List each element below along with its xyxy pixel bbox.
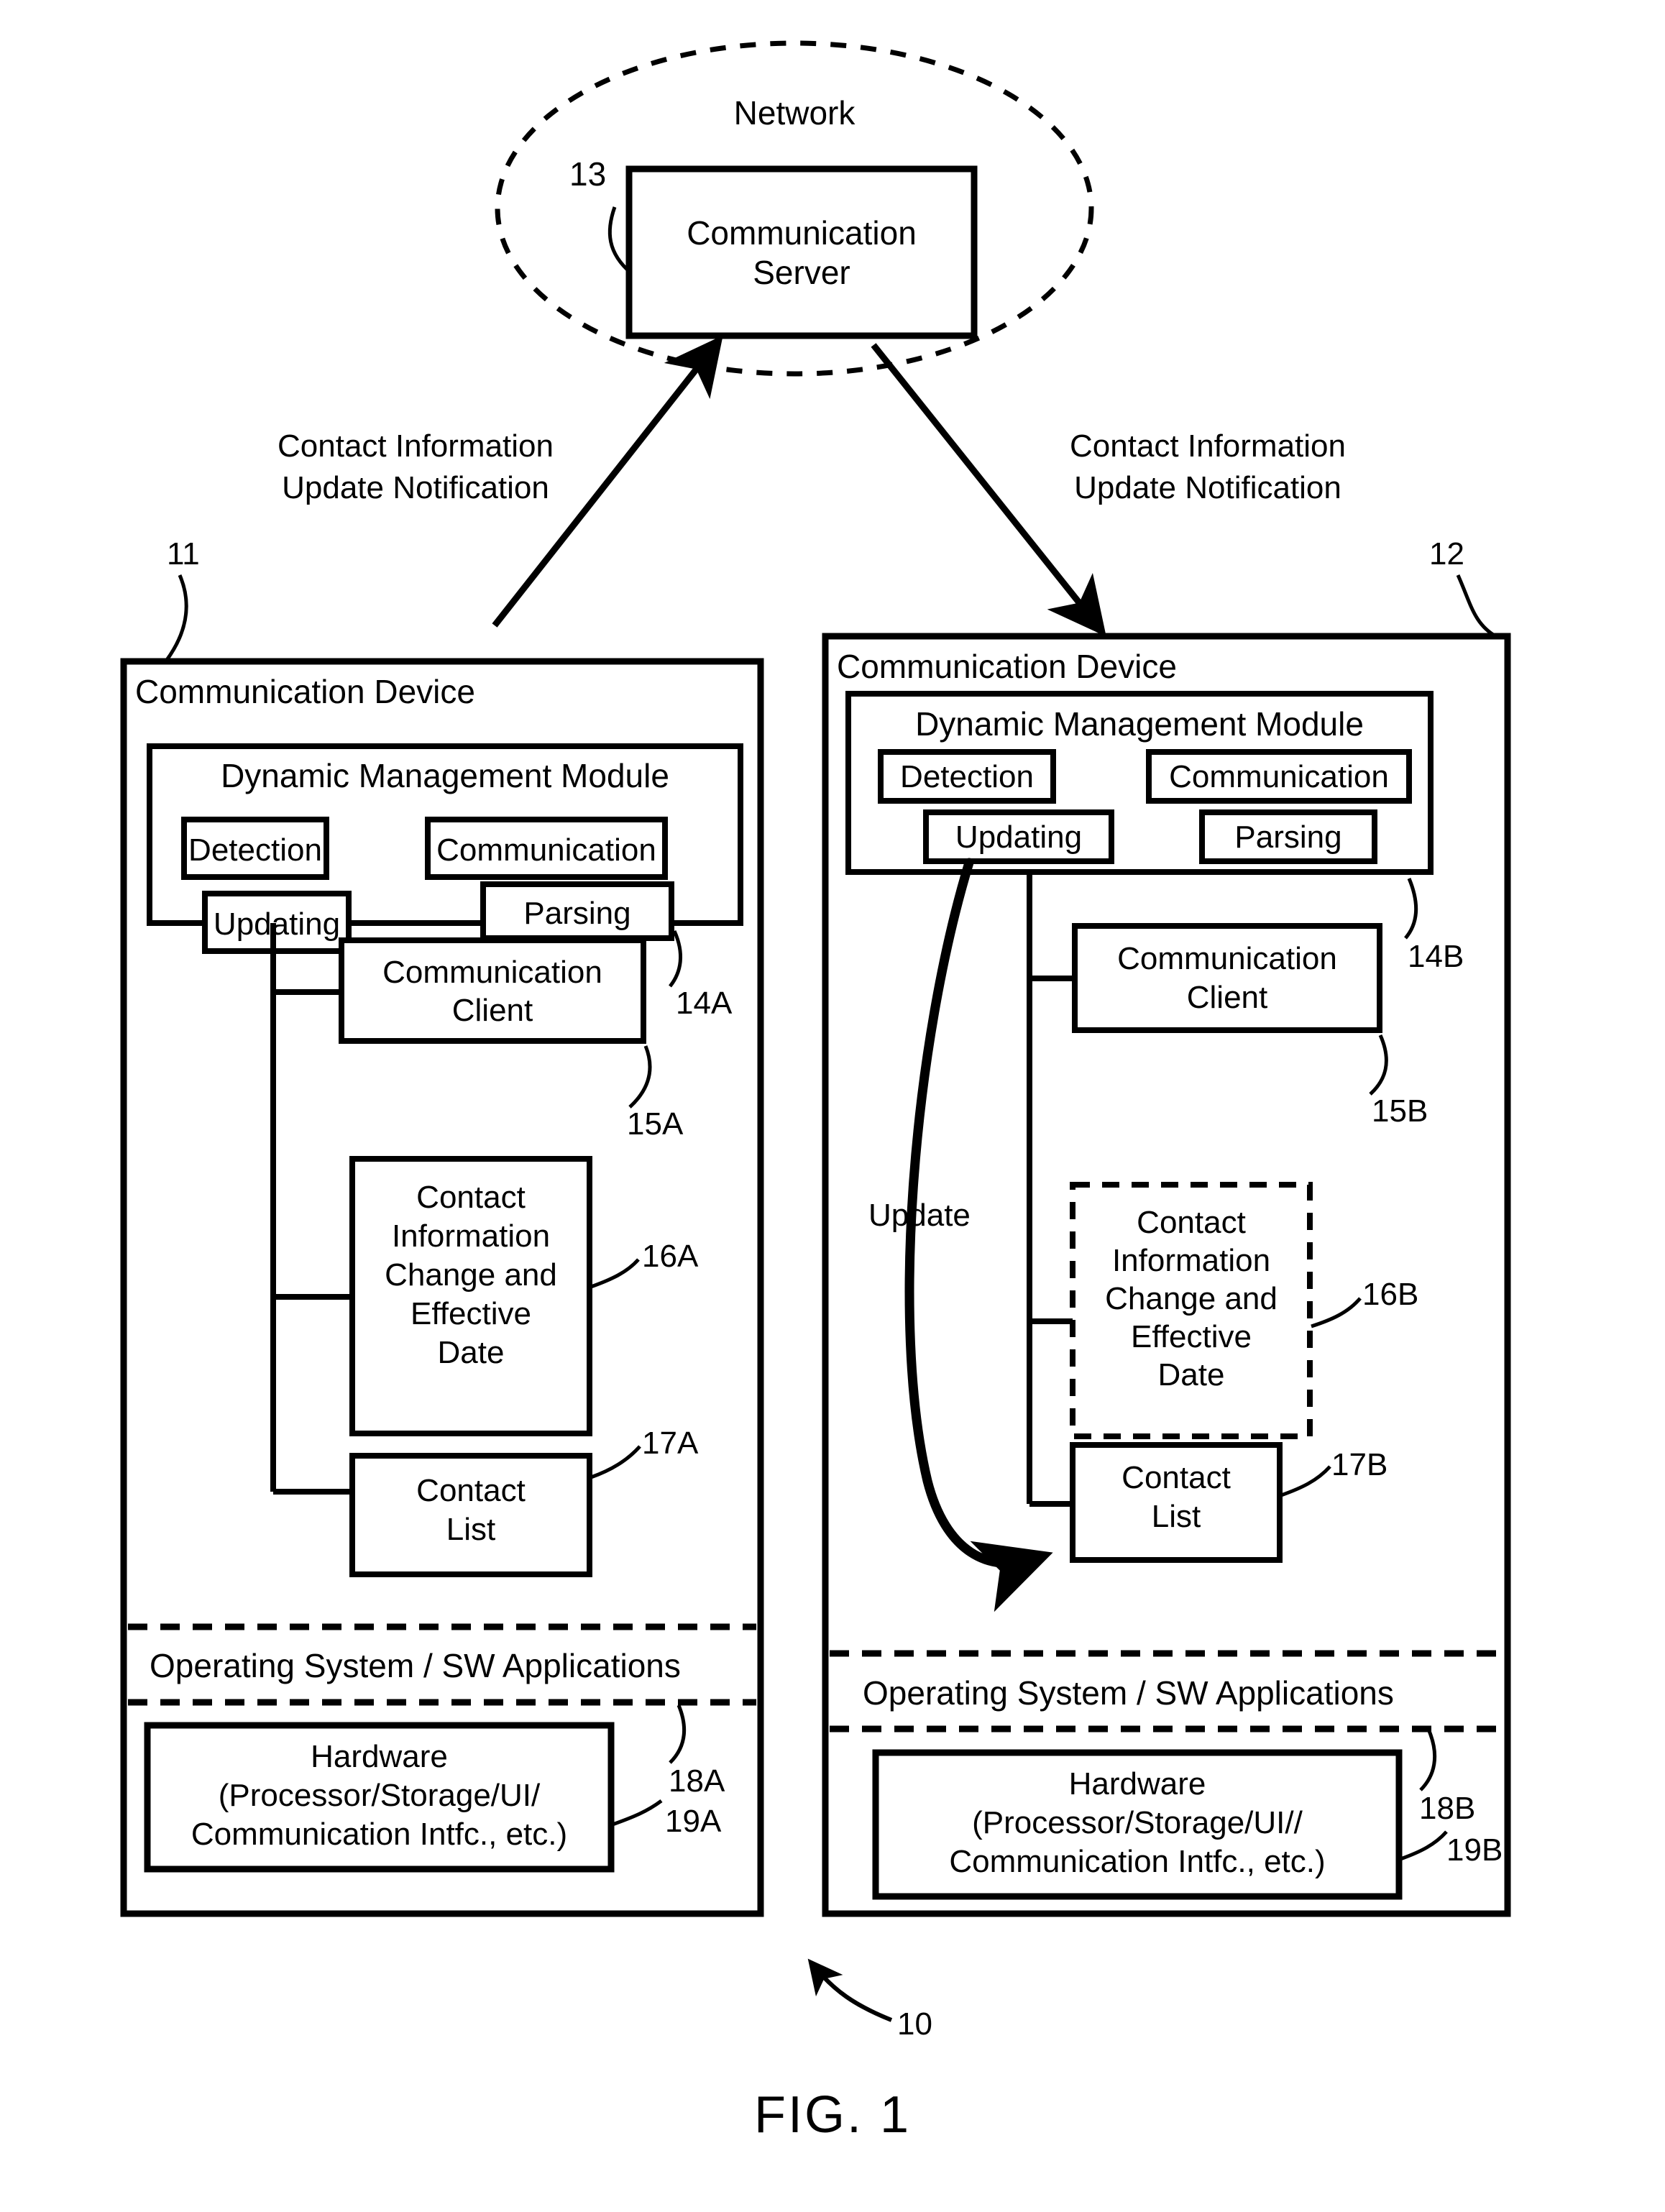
left-arrow-label-line1: Contact Information	[278, 428, 554, 464]
communication-server-line2: Server	[753, 254, 850, 291]
device-right-contactinfo-line5: Date	[1157, 1357, 1225, 1392]
leader-10-arrow	[807, 1958, 893, 2022]
ref-15A: 15A	[627, 1106, 684, 1142]
device-right-os-label: Operating System / SW Applications	[863, 1674, 1394, 1712]
ref-15B: 15B	[1372, 1093, 1428, 1129]
device-left-hardware-line3: Communication Intfc., etc.)	[191, 1817, 568, 1852]
device-left-contactinfo-line3: Change and	[385, 1257, 557, 1293]
device-left-dmm-title: Dynamic Management Module	[221, 757, 669, 794]
leader-11	[165, 574, 188, 661]
network-label: Network	[733, 94, 856, 132]
ref-18B: 18B	[1419, 1791, 1476, 1826]
ref-14A: 14A	[676, 986, 733, 1021]
device-left-contactinfo-line5: Date	[437, 1335, 505, 1370]
ref-10: 10	[897, 2006, 932, 2042]
device-right-client-line1: Communication	[1117, 941, 1337, 976]
left-arrow-label-line2: Update Notification	[282, 470, 549, 505]
device-right-title: Communication Device	[837, 648, 1177, 685]
communication-server-line1: Communication	[687, 214, 917, 252]
device-left-title: Communication Device	[135, 673, 475, 710]
device-left-hardware-line2: (Processor/Storage/UI/	[218, 1778, 541, 1813]
device-left-contactlist-line1: Contact	[416, 1473, 526, 1508]
device-right-hardware-line2: (Processor/Storage/UI//	[972, 1805, 1303, 1840]
device-right-hardware-line1: Hardware	[1068, 1766, 1206, 1802]
ref-18A: 18A	[669, 1763, 725, 1799]
device-left-os-label: Operating System / SW Applications	[150, 1647, 681, 1684]
device-right-contactlist-line1: Contact	[1122, 1460, 1231, 1495]
device-left-communication-label[interactable]: Communication	[428, 832, 665, 869]
ref-19A: 19A	[665, 1804, 722, 1839]
device-left-updating-label[interactable]: Updating	[205, 906, 349, 943]
device-left-detection-label[interactable]: Detection	[184, 832, 326, 869]
ref-19B: 19B	[1446, 1832, 1503, 1868]
device-left-parsing-label[interactable]: Parsing	[483, 895, 671, 932]
device-right-parsing-label[interactable]: Parsing	[1202, 819, 1375, 856]
device-left-contactinfo-line2: Information	[391, 1219, 551, 1254]
device-left-contactlist-line2: List	[446, 1512, 496, 1547]
device-left-contactinfo-line1: Contact	[416, 1180, 526, 1215]
patent-figure-1: Network 13 Communication Server Contact …	[0, 0, 1665, 2212]
device-right-detection-label[interactable]: Detection	[881, 758, 1053, 796]
device-right-updating-label[interactable]: Updating	[926, 819, 1111, 856]
figure-caption: FIG. 1	[753, 2086, 912, 2144]
device-left-hardware-line1: Hardware	[311, 1739, 448, 1774]
device-left-contactinfo-line4: Effective	[410, 1296, 531, 1331]
ref-17B: 17B	[1331, 1447, 1388, 1482]
right-arrow-label-line1: Contact Information	[1070, 428, 1346, 464]
device-right-contactinfo-line2: Information	[1111, 1243, 1271, 1278]
device-left-client-line1: Communication	[382, 955, 602, 990]
ref-12: 12	[1429, 536, 1464, 572]
leader-12	[1456, 574, 1498, 639]
update-arrow-label: Update	[868, 1198, 971, 1233]
device-right-contactinfo-line3: Change and	[1105, 1281, 1278, 1316]
right-arrow-label-line2: Update Notification	[1074, 470, 1341, 505]
ref-16A: 16A	[642, 1239, 699, 1274]
device-right-hardware-line3: Communication Intfc., etc.)	[949, 1844, 1326, 1879]
ref-17A: 17A	[642, 1426, 699, 1461]
ref-13: 13	[569, 155, 607, 193]
device-right-client-line2: Client	[1186, 980, 1268, 1015]
device-right-communication-label[interactable]: Communication	[1149, 758, 1409, 796]
device-right-contactlist-line2: List	[1151, 1499, 1201, 1534]
device-left-client-line2: Client	[451, 993, 533, 1028]
ref-16B: 16B	[1362, 1277, 1419, 1312]
device-right-dmm-title: Dynamic Management Module	[915, 705, 1364, 743]
device-right-contactinfo-line4: Effective	[1131, 1319, 1252, 1354]
device-right-contactinfo-line1: Contact	[1137, 1205, 1246, 1240]
ref-14B: 14B	[1408, 939, 1464, 974]
ref-11: 11	[167, 536, 200, 572]
